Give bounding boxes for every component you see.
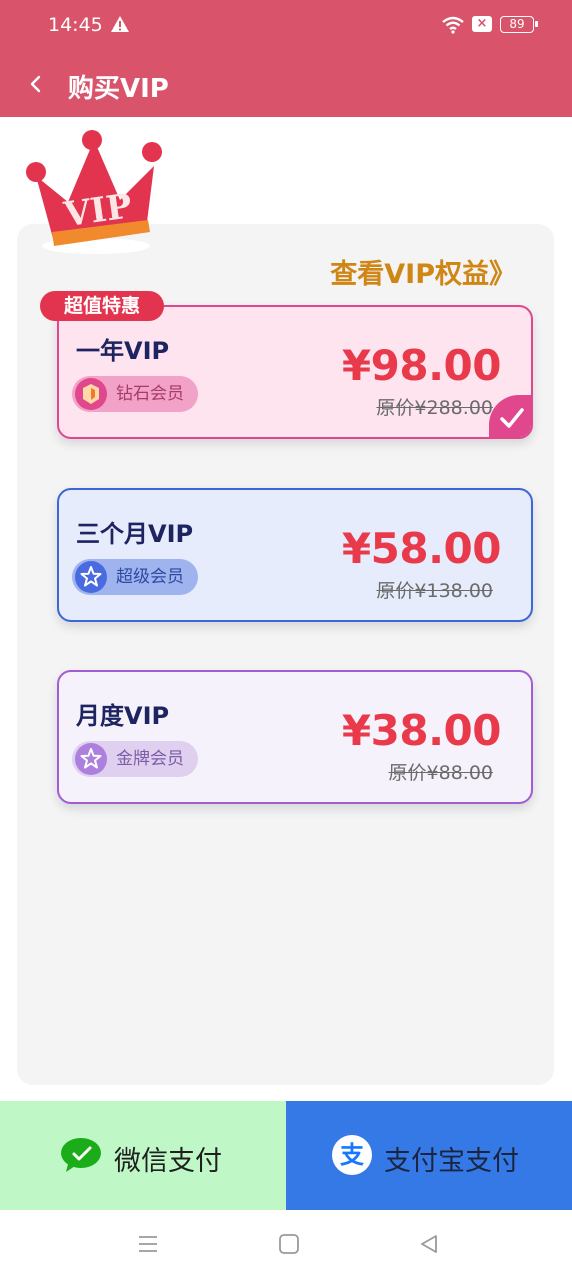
wechat-pay-button[interactable]: 微信支付 bbox=[0, 1101, 286, 1210]
home-icon[interactable] bbox=[277, 1232, 301, 1256]
wechat-pay-label: 微信支付 bbox=[114, 1146, 222, 1177]
no-sim-icon: × bbox=[472, 16, 492, 32]
svg-text:支: 支 bbox=[340, 1141, 365, 1169]
status-bar: 14:45 × 89 bbox=[0, 0, 572, 52]
plan-name: 三个月VIP bbox=[76, 520, 194, 548]
status-time: 14:45 bbox=[48, 14, 103, 36]
promo-ribbon: 超值特惠 bbox=[40, 291, 165, 321]
plan-original-price: 原价¥288.00 bbox=[376, 397, 493, 419]
back-icon[interactable] bbox=[22, 68, 50, 100]
wifi-icon bbox=[442, 16, 464, 34]
plan-name: 一年VIP bbox=[76, 337, 170, 365]
battery-icon: 89 bbox=[500, 16, 538, 33]
plan-name: 月度VIP bbox=[76, 702, 170, 730]
plan-card-monthly[interactable]: 月度VIP 金牌会员 ¥38.00 原价¥88.00 bbox=[57, 670, 533, 804]
plan-badge: 金牌会员 bbox=[72, 741, 198, 777]
selected-check-icon bbox=[489, 395, 531, 437]
warning-icon bbox=[111, 16, 129, 32]
alipay-label: 支付宝支付 bbox=[384, 1146, 519, 1177]
star-icon bbox=[75, 743, 107, 775]
plan-badge: 超级会员 bbox=[72, 559, 198, 595]
plan-card-quarterly[interactable]: 三个月VIP 超级会员 ¥58.00 原价¥138.00 bbox=[57, 488, 533, 622]
view-benefits-link[interactable]: 查看VIP权益》 bbox=[330, 252, 516, 291]
wechat-icon bbox=[61, 1138, 101, 1172]
plan-price: ¥58.00 bbox=[341, 524, 502, 573]
back-nav-icon[interactable] bbox=[417, 1232, 441, 1256]
plan-badge: 钻石会员 bbox=[72, 376, 198, 412]
menu-icon[interactable] bbox=[136, 1232, 160, 1256]
alipay-icon: 支 bbox=[332, 1135, 372, 1175]
vip-crown-icon: VIP bbox=[26, 130, 162, 254]
top-bar: 14:45 × 89 购买VIP bbox=[0, 0, 572, 117]
header: 购买VIP bbox=[0, 52, 572, 117]
plan-original-price: 原价¥88.00 bbox=[388, 762, 493, 784]
plan-price: ¥38.00 bbox=[341, 706, 502, 755]
star-icon bbox=[75, 561, 107, 593]
plan-price: ¥98.00 bbox=[341, 341, 502, 390]
plan-card-yearly[interactable]: 一年VIP 钻石会员 ¥98.00 原价¥288.00 bbox=[57, 305, 533, 439]
system-nav-bar bbox=[0, 1210, 572, 1280]
plan-original-price: 原价¥138.00 bbox=[376, 580, 493, 602]
alipay-button[interactable]: 支 支付宝支付 bbox=[286, 1101, 572, 1210]
page-title: 购买VIP bbox=[68, 74, 169, 104]
diamond-icon bbox=[75, 378, 107, 410]
